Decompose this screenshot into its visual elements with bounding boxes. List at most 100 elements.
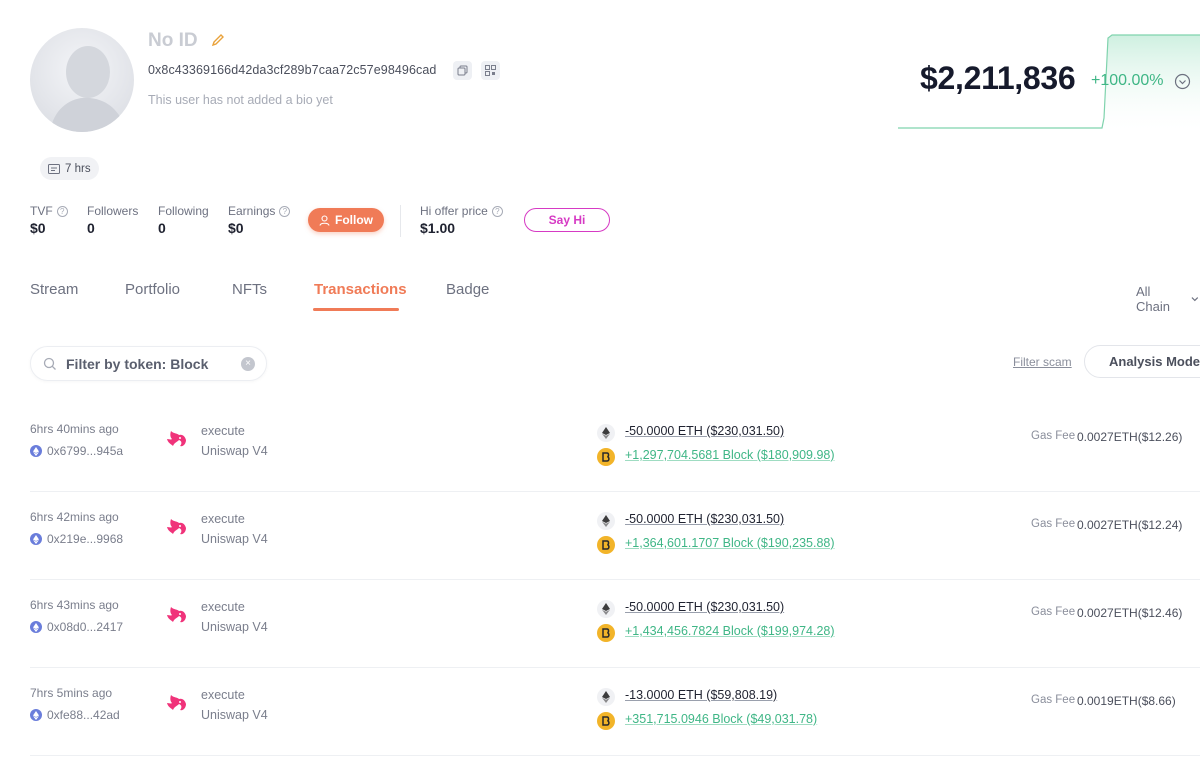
gas-fee-value: 0.0027ETH($12.24) bbox=[1077, 518, 1183, 532]
chain-selector[interactable]: All Chain bbox=[1136, 284, 1200, 314]
qr-code-button[interactable] bbox=[481, 61, 500, 80]
chevron-down-circle-icon[interactable] bbox=[1174, 73, 1191, 90]
tvf-value: $0 bbox=[30, 220, 46, 236]
tab-portfolio[interactable]: Portfolio bbox=[125, 281, 180, 298]
tx-hash[interactable]: 0x219e...9968 bbox=[30, 532, 123, 546]
amount-received[interactable]: +351,715.0946 Block ($49,031.78) bbox=[625, 712, 817, 726]
uniswap-logo-icon bbox=[167, 519, 186, 535]
tx-protocol: Uniswap V4 bbox=[201, 620, 268, 634]
help-icon[interactable]: ? bbox=[279, 205, 291, 217]
eth-token-icon bbox=[597, 600, 615, 618]
amount-sent[interactable]: -50.0000 ETH ($230,031.50) bbox=[625, 600, 784, 614]
amount-received[interactable]: +1,364,601.1707 Block ($190,235.88) bbox=[625, 536, 835, 550]
ethereum-chain-icon bbox=[30, 709, 42, 721]
clear-filter-icon[interactable]: × bbox=[241, 357, 255, 371]
help-icon[interactable]: ? bbox=[491, 205, 503, 217]
hi-offer-value: $1.00 bbox=[420, 220, 456, 236]
analysis-mode-button[interactable]: Analysis Mode bbox=[1084, 345, 1200, 378]
search-icon bbox=[43, 357, 56, 370]
amount-sent[interactable]: -13.0000 ETH ($59,808.19) bbox=[625, 688, 777, 702]
tx-method: execute bbox=[201, 600, 245, 614]
tx-time: 6hrs 43mins ago bbox=[30, 598, 119, 612]
uniswap-logo-icon bbox=[167, 431, 186, 447]
transaction-row[interactable]: 6hrs 42mins ago 0x219e...9968 execute Un… bbox=[0, 492, 1200, 580]
earnings-label: Earnings ? bbox=[228, 204, 291, 218]
amount-received[interactable]: +1,297,704.5681 Block ($180,909.98) bbox=[625, 448, 835, 462]
tx-method: execute bbox=[201, 512, 245, 526]
calendar-icon bbox=[48, 163, 60, 174]
follow-button[interactable]: Follow bbox=[308, 208, 384, 232]
tx-time: 6hrs 42mins ago bbox=[30, 510, 119, 524]
tab-nfts[interactable]: NFTs bbox=[232, 281, 267, 298]
gas-fee-value: 0.0027ETH($12.46) bbox=[1077, 606, 1183, 620]
tx-hash-text: 0x08d0...2417 bbox=[47, 620, 124, 634]
tx-time: 7hrs 5mins ago bbox=[30, 686, 113, 700]
tx-hash-text: 0x219e...9968 bbox=[47, 532, 124, 546]
tab-transactions[interactable]: Transactions bbox=[314, 281, 407, 298]
tx-method: execute bbox=[201, 424, 245, 438]
amount-sent[interactable]: -50.0000 ETH ($230,031.50) bbox=[625, 424, 784, 438]
wallet-address: 0x8c43369166d42da3cf289b7caa72c57e98496c… bbox=[148, 63, 437, 77]
tx-hash[interactable]: 0xfe88...42ad bbox=[30, 708, 120, 722]
total-balance: $2,211,836 bbox=[920, 60, 1076, 96]
token-filter[interactable]: × bbox=[30, 346, 267, 381]
transaction-row[interactable]: 6hrs 40mins ago 0x6799...945a execute Un… bbox=[0, 404, 1200, 492]
block-token-icon bbox=[597, 536, 615, 554]
active-tab-indicator bbox=[313, 308, 399, 311]
avatar bbox=[30, 28, 134, 132]
following-value[interactable]: 0 bbox=[158, 220, 166, 236]
chevron-down-icon bbox=[1191, 297, 1199, 302]
tx-protocol: Uniswap V4 bbox=[201, 708, 268, 722]
block-token-icon bbox=[597, 712, 615, 730]
account-age-text: 7 hrs bbox=[65, 162, 91, 175]
tab-stream[interactable]: Stream bbox=[30, 281, 78, 298]
user-bio: This user has not added a bio yet bbox=[148, 93, 333, 107]
stats-divider bbox=[400, 205, 401, 237]
copy-address-button[interactable] bbox=[453, 61, 472, 80]
uniswap-logo-icon bbox=[167, 607, 186, 623]
user-name: No ID bbox=[148, 30, 198, 51]
block-token-icon bbox=[597, 448, 615, 466]
hi-offer-label: Hi offer price ? bbox=[420, 204, 503, 218]
eth-token-icon bbox=[597, 688, 615, 706]
tvf-label: TVF ? bbox=[30, 204, 68, 218]
block-token-icon bbox=[597, 624, 615, 642]
tx-hash-text: 0x6799...945a bbox=[47, 444, 124, 458]
ethereum-chain-icon bbox=[30, 533, 42, 545]
ethereum-chain-icon bbox=[30, 445, 42, 457]
eth-token-icon bbox=[597, 424, 615, 442]
gas-fee-label: Gas Fee bbox=[1031, 694, 1076, 706]
following-label: Following bbox=[158, 204, 209, 218]
user-icon bbox=[319, 214, 330, 226]
amount-received[interactable]: +1,434,456.7824 Block ($199,974.28) bbox=[625, 624, 835, 638]
followers-value[interactable]: 0 bbox=[87, 220, 95, 236]
transaction-row[interactable]: 7hrs 5mins ago 0xfe88...42ad execute Uni… bbox=[0, 668, 1200, 756]
copy-icon bbox=[457, 65, 468, 76]
gas-fee-label: Gas Fee bbox=[1031, 430, 1076, 442]
row-divider bbox=[30, 755, 1200, 756]
ethereum-chain-icon bbox=[30, 621, 42, 633]
token-filter-input[interactable] bbox=[66, 355, 226, 372]
say-hi-button[interactable]: Say Hi bbox=[524, 208, 610, 232]
qr-code-icon bbox=[485, 65, 496, 76]
tx-protocol: Uniswap V4 bbox=[201, 444, 268, 458]
earnings-value: $0 bbox=[228, 220, 244, 236]
help-icon[interactable]: ? bbox=[56, 205, 68, 217]
filter-scam-link[interactable]: Filter scam bbox=[1013, 355, 1072, 369]
balance-change: +100.00% bbox=[1091, 72, 1164, 89]
account-age-chip: 7 hrs bbox=[40, 157, 99, 180]
tx-method: execute bbox=[201, 688, 245, 702]
amount-sent[interactable]: -50.0000 ETH ($230,031.50) bbox=[625, 512, 784, 526]
followers-label: Followers bbox=[87, 204, 139, 218]
uniswap-logo-icon bbox=[167, 695, 186, 711]
tx-hash[interactable]: 0x6799...945a bbox=[30, 444, 123, 458]
gas-fee-value: 0.0027ETH($12.26) bbox=[1077, 430, 1183, 444]
edit-pencil-icon[interactable] bbox=[210, 32, 226, 48]
tab-badge[interactable]: Badge bbox=[446, 281, 489, 298]
tx-hash-text: 0xfe88...42ad bbox=[47, 708, 120, 722]
tx-protocol: Uniswap V4 bbox=[201, 532, 268, 546]
tx-hash[interactable]: 0x08d0...2417 bbox=[30, 620, 123, 634]
transaction-row[interactable]: 6hrs 43mins ago 0x08d0...2417 execute Un… bbox=[0, 580, 1200, 668]
eth-token-icon bbox=[597, 512, 615, 530]
gas-fee-label: Gas Fee bbox=[1031, 518, 1076, 530]
